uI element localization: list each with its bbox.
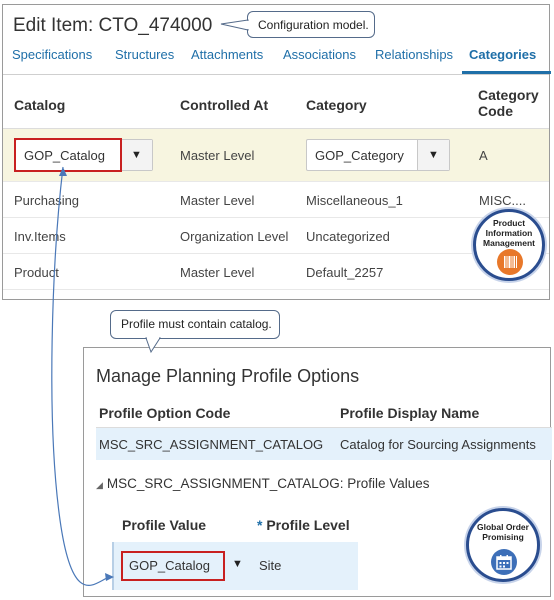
table-row[interactable]: Purchasing Master Level Miscellaneous_1 … <box>3 182 549 218</box>
categories-table: Catalog Controlled At Category Category … <box>3 77 549 290</box>
category-cell: Miscellaneous_1 <box>306 193 403 208</box>
callout-text: Configuration model. <box>258 18 369 32</box>
category-cell: Default_2257 <box>306 265 384 280</box>
column-header-profile-level[interactable]: * Profile Level <box>257 517 350 533</box>
table-header: Profile Value * Profile Level <box>112 508 358 542</box>
column-header-profile-option-code[interactable]: Profile Option Code <box>99 405 230 421</box>
profile-values-heading[interactable]: ◢ MSC_SRC_ASSIGNMENT_CATALOG: Profile Val… <box>96 476 430 491</box>
badge-label-line2: Promising <box>482 532 524 542</box>
column-header-profile-value[interactable]: Profile Value <box>122 517 206 533</box>
calendar-icon <box>491 549 517 575</box>
planning-profile-title: Manage Planning Profile Options <box>96 366 360 386</box>
controlled-at-cell: Master Level <box>180 148 255 163</box>
global-order-promising-badge: Global Order Promising <box>466 508 540 582</box>
tab-associations[interactable]: Associations <box>283 47 356 62</box>
table-row[interactable]: Product Master Level Default_2257 <box>3 254 549 290</box>
tab-specifications[interactable]: Specifications <box>12 47 92 62</box>
product-information-management-badge: Product Information Management <box>473 209 545 281</box>
planning-profile-panel: Manage Planning Profile Options Profile … <box>83 347 552 597</box>
tab-relationships[interactable]: Relationships <box>375 47 453 62</box>
highlight-box <box>14 138 122 172</box>
profile-callout: Profile must contain catalog. <box>110 310 280 339</box>
category-code-cell: A <box>479 148 488 163</box>
column-header-category[interactable]: Category <box>306 97 367 113</box>
badge-label-line1: Product <box>492 218 526 228</box>
table-header: Catalog Controlled At Category Category … <box>3 77 549 129</box>
chevron-down-icon[interactable]: ▼ <box>417 140 449 170</box>
controlled-at-cell: Master Level <box>180 265 255 280</box>
profile-display-name-cell: Catalog for Sourcing Assignments <box>340 437 536 452</box>
tab-bar: Specifications Structures Attachments As… <box>3 45 551 75</box>
catalog-cell: Inv.Items <box>14 229 66 244</box>
page-title: Edit Item: CTO_474000 <box>13 15 213 36</box>
column-header-profile-level-text: Profile Level <box>266 517 350 533</box>
callout-text: Profile must contain catalog. <box>121 317 272 331</box>
badge-label-line1: Global Order <box>477 522 529 532</box>
active-tab-indicator <box>462 71 551 74</box>
controlled-at-cell: Master Level <box>180 193 255 208</box>
chevron-down-icon[interactable]: ▼ <box>120 140 152 170</box>
edit-item-panel: Edit Item: CTO_474000 Specifications Str… <box>2 4 551 300</box>
column-header-category-code-line1: Category <box>478 87 539 103</box>
category-select[interactable]: GOP_Category ▼ <box>306 139 450 171</box>
column-header-controlled-at[interactable]: Controlled At <box>180 97 268 113</box>
controlled-at-cell: Organization Level <box>180 229 289 244</box>
column-header-category-code-line2: Code <box>478 103 513 119</box>
profile-option-code-cell: MSC_SRC_ASSIGNMENT_CATALOG <box>99 437 324 452</box>
profile-options-table: Profile Option Code Profile Display Name… <box>96 398 552 460</box>
required-marker: * <box>257 517 263 533</box>
profile-values-heading-text: MSC_SRC_ASSIGNMENT_CATALOG: Profile Valu… <box>106 476 430 491</box>
catalog-cell: Purchasing <box>14 193 80 208</box>
category-select-value: GOP_Category <box>315 148 404 163</box>
table-row[interactable]: Inv.Items Organization Level Uncategoriz… <box>3 218 549 254</box>
column-header-catalog[interactable]: Catalog <box>14 97 65 113</box>
catalog-cell: Product <box>14 265 59 280</box>
table-row[interactable]: GOP_Catalog ▼ Site <box>112 542 358 590</box>
tab-attachments[interactable]: Attachments <box>191 47 263 62</box>
chevron-down-icon[interactable]: ▼ <box>232 558 243 570</box>
table-row[interactable]: GOP_Catalog ▼ Master Level GOP_Category … <box>3 129 549 182</box>
highlight-box <box>121 551 225 581</box>
category-cell: Uncategorized <box>306 229 390 244</box>
collapse-triangle-icon[interactable]: ◢ <box>96 480 103 490</box>
column-header-category-code[interactable]: Category Code <box>478 87 539 119</box>
table-row[interactable]: MSC_SRC_ASSIGNMENT_CATALOG Catalog for S… <box>96 428 552 460</box>
tab-categories[interactable]: Categories <box>469 47 536 62</box>
configuration-model-callout: Configuration model. <box>247 11 375 38</box>
badge-label-line3: Management <box>483 238 535 248</box>
barcode-icon <box>497 249 523 275</box>
profile-values-table: Profile Value * Profile Level GOP_Catalo… <box>112 508 358 590</box>
column-header-profile-display-name[interactable]: Profile Display Name <box>340 405 479 421</box>
table-header: Profile Option Code Profile Display Name <box>96 398 552 428</box>
badge-label-line2: Information <box>485 228 533 238</box>
tab-structures[interactable]: Structures <box>115 47 174 62</box>
category-code-cell: MISC.... <box>479 193 526 208</box>
profile-level-cell: Site <box>259 558 282 573</box>
